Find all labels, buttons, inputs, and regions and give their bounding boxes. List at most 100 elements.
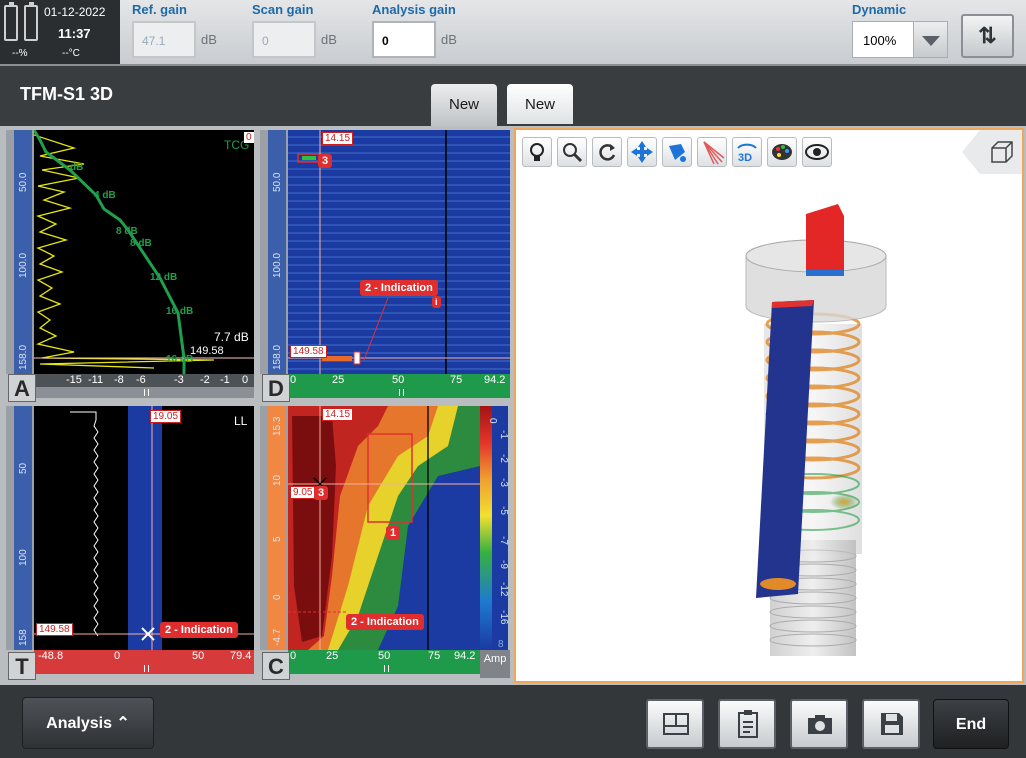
chevron-down-icon[interactable] [913,22,947,57]
cube-icon [991,141,1013,163]
analysis-menu-button[interactable]: Analysis ⌃ [22,697,154,749]
t-y-tick-3: 158 [18,629,29,646]
paint-icon[interactable] [662,137,692,167]
3d-view-panel[interactable]: 3D [514,128,1024,683]
d-x-tick: 25 [332,374,345,386]
a-x-tick: -6 [136,374,146,386]
scan-gain-label: Scan gain [252,2,314,17]
status-time: 11:37 [58,26,91,41]
panel-letter-t: T [8,652,36,680]
scan-gain-field[interactable]: 0 [252,21,316,58]
end-button[interactable]: End [933,699,1009,749]
amp-tick: -2 [498,454,509,463]
floppy-disk-icon [881,713,903,735]
save-button[interactable] [862,699,920,749]
c-scan-panel[interactable]: 15.3 10 5 0 -4.7 0 -1 -2 -3 -5 -7 -9 -12… [260,406,510,680]
d-tag-3[interactable]: 3 [318,154,333,168]
c-tag-3[interactable]: 3 [314,486,329,500]
view-cube-button[interactable] [962,130,1022,174]
d-scan-panel[interactable]: 50.0 100.0 158.0 14.15 3 2 - Indication [260,130,510,402]
a-y-tick-1: 50.0 [18,172,29,192]
tab-new-1[interactable]: New [431,84,497,126]
dynamic-select[interactable]: 100% [852,21,948,58]
a-y-tick-3: 158.0 [18,344,29,370]
panel-letter-d: D [262,374,290,402]
d-scan-depth-ruler[interactable]: 50.0 100.0 158.0 [260,130,288,374]
palette-icon[interactable] [767,137,797,167]
dynamic-value: 100% [863,33,897,48]
status-date: 01-12-2022 [44,5,106,19]
a-scan-panel[interactable]: 50.0 100.0 158.0 TCG 0 dB 4 dB 8 dB 8 dB… [6,130,254,402]
panel-letter-a: A [8,374,36,402]
t-scan-panel[interactable]: 50 100 158 LL 19.05 149.58 2 - Indicatio… [6,406,254,680]
t-scan-axis[interactable]: -48.8 0 50 79.4 [34,650,254,674]
3d-view-icon[interactable]: 3D [732,137,762,167]
d-y-tick-2: 100.0 [272,252,283,278]
d-indication-marker[interactable]: i [432,296,441,308]
a-scan-depth-ruler[interactable]: 50.0 100.0 158.0 [6,130,34,374]
d-indication-label[interactable]: 2 - Indication [360,280,438,296]
page-title: TFM-S1 3D [20,84,114,104]
camera-icon [808,715,832,734]
d-cursor-depth: 149.58 [290,345,327,358]
c-scan-axis[interactable]: 0 25 50 75 94.2 [288,650,480,674]
d-x-tick: 50 [392,374,405,386]
beam-icon[interactable] [697,137,727,167]
d-cursor-top: 14.15 [322,132,354,145]
eye-icon[interactable] [802,137,832,167]
tab-new-2[interactable]: New [507,84,573,124]
c-indication-label[interactable]: 2 - Indication [346,614,424,630]
temperature: --°C [62,48,80,59]
amp-tick: -5 [498,506,509,515]
a-x-ticks: -15 -11 -8 -6 -3 -2 -1 0 [34,374,254,387]
zoom-icon[interactable] [557,137,587,167]
d-scrollbar[interactable] [288,387,510,398]
t-mode-label: LL [234,414,248,428]
chevron-up-icon: ⌃ [116,715,130,732]
c-x-tick: 94.2 [454,650,476,662]
c-scrollbar[interactable] [288,663,480,674]
c-scan-index-ruler[interactable]: 15.3 10 5 0 -4.7 [260,406,288,650]
a-corner-value: 0 [244,132,254,143]
t-scrollbar[interactable] [34,663,254,674]
bulb-icon[interactable] [522,137,552,167]
pan-icon[interactable] [627,137,657,167]
layout-button[interactable] [646,699,704,749]
scroll-grip-icon [144,665,149,672]
t-x-tick: 50 [192,650,205,662]
ref-gain-field[interactable]: 47.1 [132,21,196,58]
t-indication-label[interactable]: 2 - Indication [160,622,238,638]
tcg-point-1: dB [70,162,84,173]
swap-button[interactable]: ⇅ [961,14,1014,58]
tcg-point-5: 12 dB [150,272,178,283]
d-x-tick: 0 [290,374,297,386]
screenshot-button[interactable] [790,699,848,749]
t-scan-depth-ruler[interactable]: 50 100 158 [6,406,34,650]
analysis-gain-field[interactable]: 0 [372,21,436,58]
t-scan-image[interactable] [34,406,254,650]
c-y-tick-3: 5 [272,536,283,542]
a-scrollbar[interactable] [34,387,254,398]
d-scan-axis[interactable]: 0 25 50 75 94.2 [288,374,510,398]
3d-model-render[interactable] [516,174,1022,679]
dynamic-label: Dynamic [852,2,907,17]
c-x-tick: 75 [428,650,441,662]
scroll-grip-icon [144,389,149,396]
rotate-icon[interactable] [592,137,622,167]
amp-tick: -16 [498,610,509,625]
battery-1-icon [4,2,18,41]
amp-label: Amp [480,650,510,678]
c-cursor-top: 14.15 [322,408,354,421]
a-amplitude-axis[interactable]: -15 -11 -8 -6 -3 -2 -1 0 [34,374,254,398]
d-x-tick: 94.2 [484,374,506,386]
a-x-tick: -3 [174,374,184,386]
c-cursor-left: 9.05 [290,486,316,499]
c-tag-1[interactable]: 1 [386,526,401,540]
amp-tick: -7 [498,536,509,545]
t-cursor-depth: 149.58 [36,623,73,636]
t-cursor-top: 19.05 [150,410,182,423]
a-x-tick: -2 [200,374,210,386]
report-button[interactable] [718,699,776,749]
bottom-toolbar: Analysis ⌃ End [0,685,1026,758]
d-y-tick-3: 158.0 [272,344,283,370]
